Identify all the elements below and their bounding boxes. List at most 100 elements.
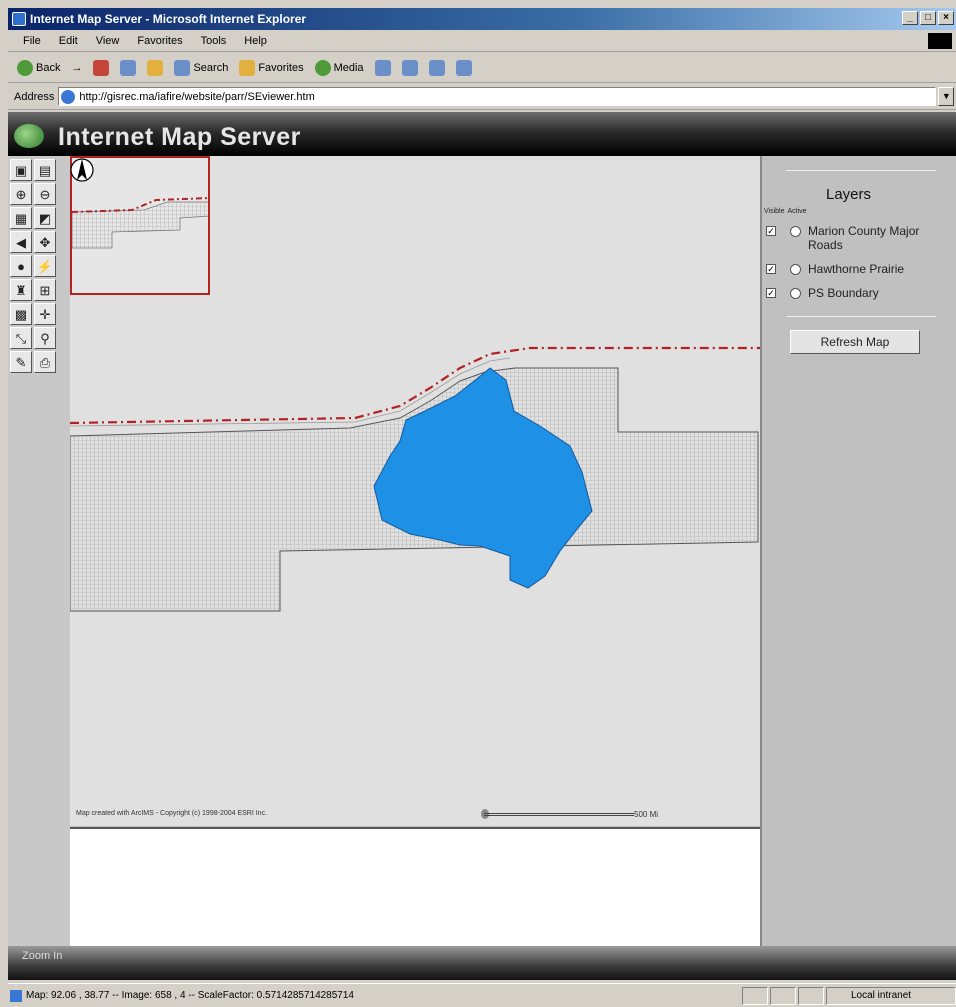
status-text: Map: 92.06 , 38.77 -- Image: 658 , 4 -- … [26, 990, 354, 1001]
menu-view[interactable]: View [87, 35, 129, 47]
edit-button[interactable] [453, 59, 475, 76]
back-button[interactable]: Back [14, 59, 63, 76]
layer-name: PS Boundary [808, 286, 879, 300]
media-button[interactable]: Media [312, 59, 367, 76]
stop-button[interactable] [90, 59, 112, 76]
maximize-button[interactable]: □ [920, 11, 936, 25]
query-icon[interactable]: ▩ [10, 303, 32, 325]
layer-visible-checkbox[interactable]: ✓ [766, 226, 776, 236]
stop-icon [93, 59, 110, 76]
favorites-label: Favorites [258, 61, 304, 74]
mode-label: Zoom In [22, 950, 63, 962]
tool-palette: ▣ ▤ ⊕ ⊖ ▦ ◩ ◀ ✥ ● ⚡ ♜ ⊞ ▩ ✛ ⤡ ⚲ ✎ ⎙ [8, 156, 70, 946]
favorites-icon [239, 59, 256, 76]
layer-active-radio[interactable] [790, 226, 801, 237]
banner: Internet Map Server [8, 112, 956, 156]
window-title: Internet Map Server - Microsoft Internet… [30, 12, 307, 26]
search-label: Search [193, 61, 229, 74]
select-line-icon[interactable]: ⤡ [10, 327, 32, 349]
globe-logo-icon [14, 124, 44, 148]
identify-icon[interactable]: ● [10, 255, 32, 277]
full-extent-icon[interactable]: ▦ [10, 207, 32, 229]
layer-name: Marion County Major Roads [808, 224, 920, 252]
layer-row: ✓ Marion County Major Roads [766, 224, 956, 252]
layer-visible-checkbox[interactable]: ✓ [766, 288, 776, 298]
status-cell [742, 986, 768, 1005]
zoom-out-icon[interactable]: ⊖ [34, 183, 56, 205]
menu-favorites[interactable]: Favorites [128, 35, 191, 47]
title-bar: Internet Map Server - Microsoft Internet… [8, 8, 956, 30]
layer-active-radio[interactable] [790, 288, 801, 299]
menu-tools[interactable]: Tools [192, 35, 236, 47]
windows-logo-icon [928, 33, 952, 49]
forward-button[interactable]: → [68, 62, 85, 74]
select-search-icon[interactable]: ⚲ [34, 327, 56, 349]
zoom-active-icon[interactable]: ◩ [34, 207, 56, 229]
page-status-icon [10, 989, 22, 1002]
back-label: Back [36, 61, 61, 74]
toggle-legend-tool[interactable]: ▤ [34, 159, 56, 181]
layers-bottom-rule [786, 316, 936, 317]
browser-window: Internet Map Server - Microsoft Internet… [8, 8, 956, 1007]
page-footer: Zoom In [8, 946, 956, 980]
menu-bar: File Edit View Favorites Tools Help [8, 30, 956, 52]
status-cell [770, 986, 796, 1005]
measure-icon[interactable]: ⊞ [34, 279, 56, 301]
back-arrow-icon [17, 59, 33, 76]
menu-file[interactable]: File [14, 35, 50, 47]
history-button[interactable] [372, 59, 394, 76]
refresh-map-button[interactable]: Refresh Map [790, 330, 920, 354]
security-zone: Local intranet [826, 986, 956, 1005]
refresh-icon [120, 59, 137, 76]
pan-icon[interactable]: ✥ [34, 231, 56, 253]
minimize-button[interactable]: _ [902, 11, 918, 25]
search-button[interactable]: Search [171, 59, 231, 76]
menu-help[interactable]: Help [235, 35, 276, 47]
layers-top-rule [786, 170, 936, 171]
menu-edit[interactable]: Edit [50, 35, 87, 47]
status-text-area: Map: 92.06 , 38.77 -- Image: 658 , 4 -- … [8, 989, 740, 1002]
layers-heading: Layers [826, 186, 872, 203]
close-button[interactable]: × [938, 11, 954, 25]
address-input[interactable]: http://gisrec.ma/iafire/website/parr/SEv… [58, 87, 937, 106]
print-button[interactable] [426, 59, 448, 76]
favorites-button[interactable]: Favorites [236, 59, 306, 76]
scale-bar: 500 Mi [481, 809, 684, 819]
edit-icon [455, 59, 472, 76]
select-icon[interactable]: ✛ [34, 303, 56, 325]
print-icon [428, 59, 445, 76]
address-dropdown-button[interactable]: ▼ [938, 87, 955, 106]
hyperlink-icon[interactable]: ⚡ [34, 255, 56, 277]
media-icon [314, 59, 331, 76]
north-arrow-icon [70, 158, 94, 182]
zone-label: Local intranet [851, 990, 912, 1001]
map-copyright: Map created with ArcIMS - Copyright (c) … [76, 810, 268, 817]
home-button[interactable] [144, 59, 166, 76]
status-bar: Map: 92.06 , 38.77 -- Image: 658 , 4 -- … [8, 983, 956, 1007]
page-icon [61, 89, 76, 104]
col-visible: Visible [764, 208, 785, 215]
layer-visible-checkbox[interactable]: ✓ [766, 264, 776, 274]
clear-selection-icon[interactable]: ✎ [10, 351, 32, 373]
layer-active-radio[interactable] [790, 264, 801, 275]
map-canvas[interactable]: Map created with ArcIMS - Copyright (c) … [70, 156, 760, 826]
zoom-previous-icon[interactable]: ◀ [10, 231, 32, 253]
layers-column-headers: Visible Active [764, 208, 807, 215]
mail-icon [401, 59, 418, 76]
zoom-in-icon[interactable]: ⊕ [10, 183, 32, 205]
scale-bar-line [484, 813, 634, 816]
refresh-button[interactable] [117, 59, 139, 76]
layer-row: ✓ Hawthorne Prairie [766, 262, 956, 276]
search-icon [174, 59, 191, 76]
find-icon[interactable]: ♜ [10, 279, 32, 301]
window-controls: _ □ × [902, 11, 954, 25]
layers-panel: Layers Visible Active ✓ Marion County Ma… [760, 156, 956, 946]
address-label: Address [14, 90, 55, 103]
print-map-icon[interactable]: ⎙ [34, 351, 56, 373]
forward-arrow-icon: → [71, 61, 83, 74]
overview-parcel [72, 201, 208, 249]
media-label: Media [333, 61, 364, 74]
toggle-overview-tool[interactable]: ▣ [10, 159, 32, 181]
layer-name: Hawthorne Prairie [808, 262, 905, 276]
mail-button[interactable] [399, 59, 421, 76]
